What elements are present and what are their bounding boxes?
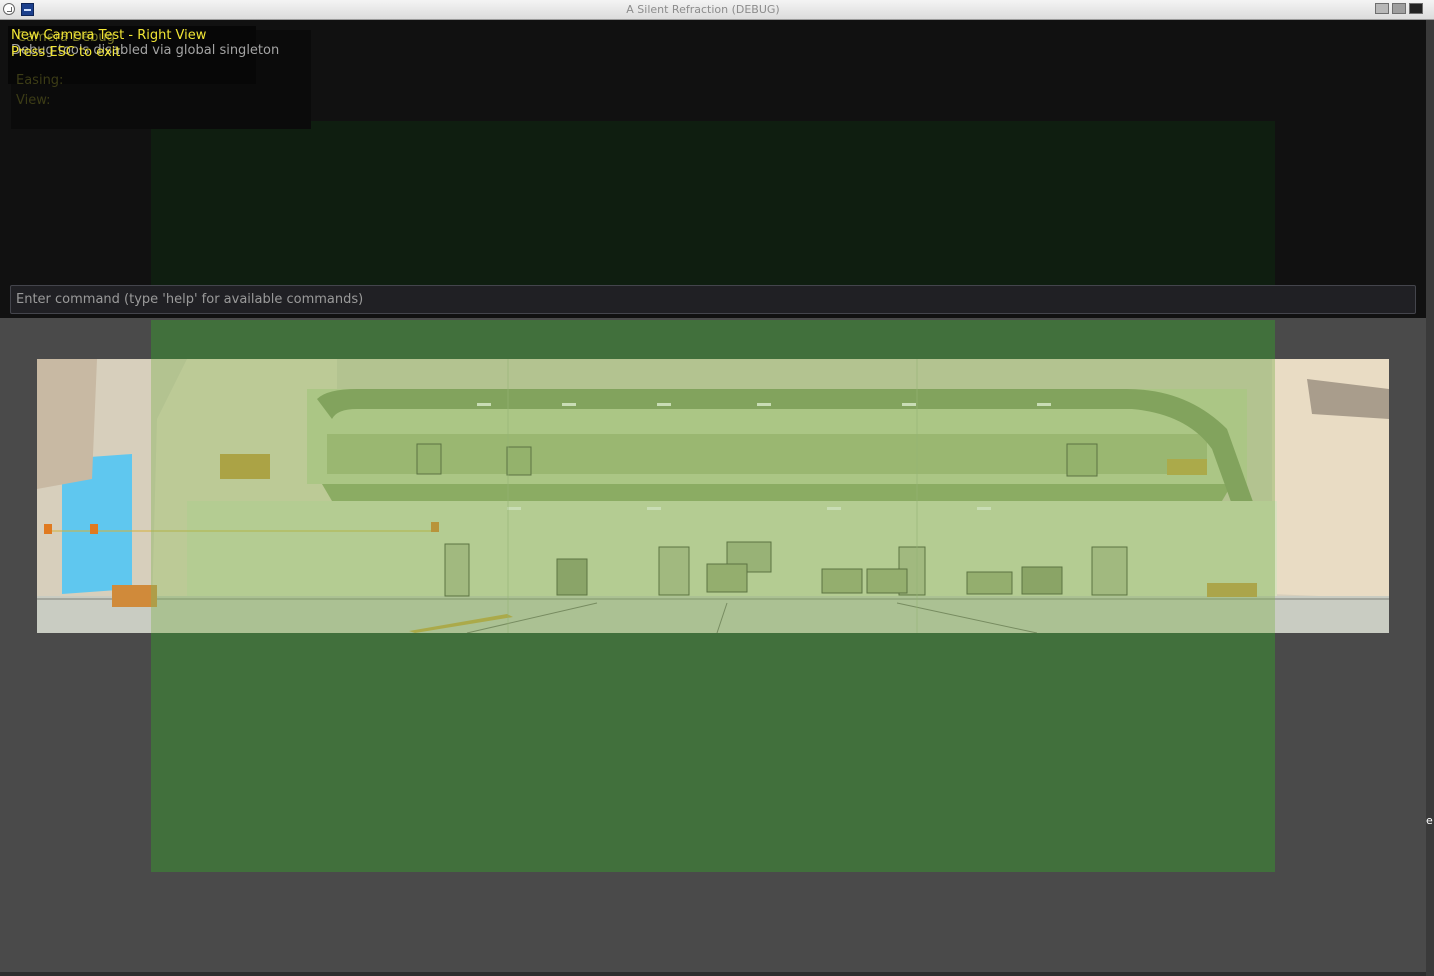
- edge-glyph: e: [1426, 814, 1433, 827]
- title-bar[interactable]: A Silent Refraction (DEBUG): [0, 0, 1434, 20]
- test-title: New Camera Test - Right View: [11, 28, 207, 43]
- window-title: A Silent Refraction (DEBUG): [626, 3, 780, 16]
- view-label: View:: [16, 93, 51, 108]
- minimize-icon[interactable]: [1375, 3, 1389, 14]
- command-input[interactable]: [11, 286, 1415, 313]
- camera-zone-upper: [151, 121, 1275, 286]
- close-icon[interactable]: [1409, 3, 1423, 14]
- exit-hint: Press ESC to exit: [11, 45, 121, 60]
- bottom-border: [0, 972, 1426, 976]
- game-window: A Silent Refraction (DEBUG) Camera Debug…: [0, 0, 1434, 976]
- hangar-illustration: [37, 359, 1389, 633]
- command-console[interactable]: [10, 285, 1416, 314]
- right-scroll-edge: e: [1426, 20, 1434, 976]
- maximize-icon[interactable]: [1392, 3, 1406, 14]
- scene-background: [37, 359, 1389, 633]
- easing-label: Easing:: [16, 73, 64, 88]
